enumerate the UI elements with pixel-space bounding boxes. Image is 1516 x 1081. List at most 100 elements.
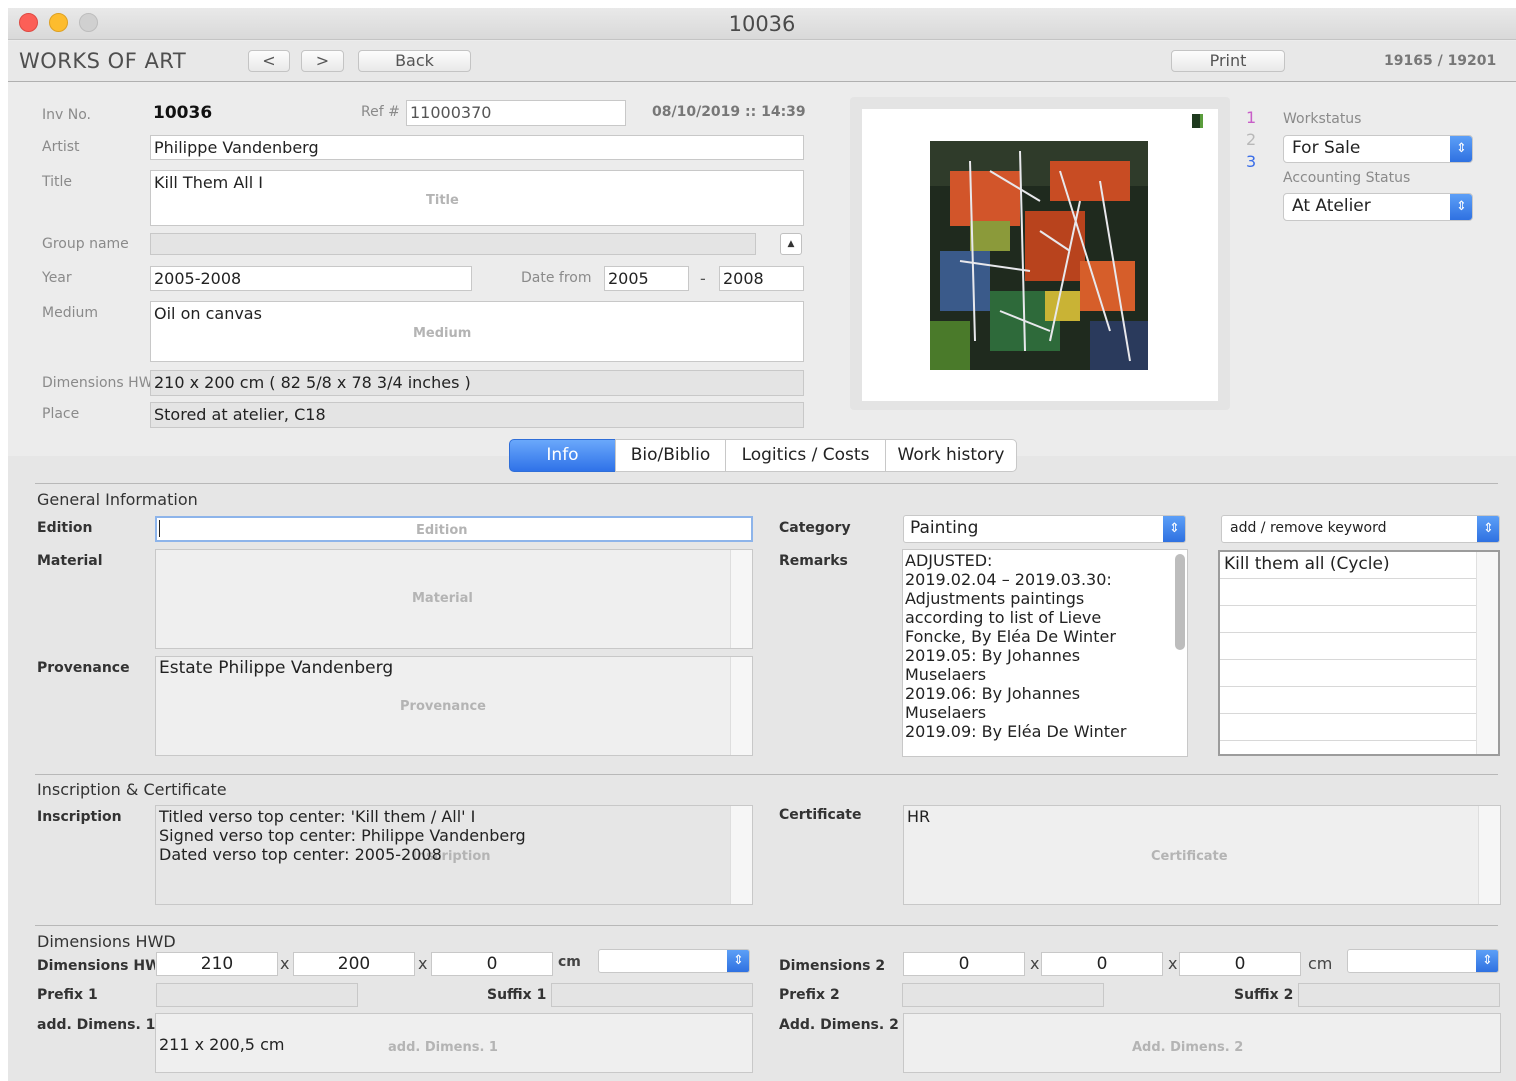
tab-work-history[interactable]: Work history <box>885 439 1017 472</box>
height-input[interactable]: 210 <box>156 952 278 976</box>
workstatus-select[interactable]: For Sale ⇕ <box>1283 135 1473 163</box>
divider <box>35 774 1498 775</box>
keyword-item[interactable] <box>1220 633 1476 660</box>
inscription-scrollbar[interactable] <box>730 806 752 904</box>
toolbar: WORKS OF ART < > Back Print 19165 / 1920… <box>8 41 1516 82</box>
image-edit-icon[interactable] <box>1192 114 1203 128</box>
tab-logistics-costs[interactable]: Logitics / Costs <box>725 439 886 472</box>
artwork-frame <box>850 97 1230 410</box>
date-to-input[interactable]: 2008 <box>719 266 804 291</box>
text-cursor <box>159 520 160 537</box>
remarks-line: Muselaers <box>905 703 987 722</box>
group-name-label: Group name <box>42 236 129 252</box>
medium-input[interactable]: Oil on canvas <box>150 301 804 362</box>
width2-input[interactable]: 0 <box>1041 952 1163 976</box>
title-placeholder: Title <box>426 193 459 208</box>
inscription-label: Inscription <box>37 809 122 825</box>
provenance-label: Provenance <box>37 660 130 676</box>
section-title: WORKS OF ART <box>19 49 187 73</box>
unit2-select[interactable]: ⇕ <box>1347 949 1499 973</box>
print-button[interactable]: Print <box>1171 50 1285 72</box>
times-sign: x <box>1030 954 1040 973</box>
title-value: Kill Them All I <box>154 173 263 192</box>
date-dash: - <box>700 269 706 288</box>
title-label: Title <box>42 174 73 190</box>
provenance-scrollbar[interactable] <box>730 657 752 755</box>
artist-input[interactable]: Philippe Vandenberg <box>150 135 804 160</box>
provenance-placeholder: Provenance <box>400 699 486 714</box>
remarks-scrollbar[interactable] <box>1175 554 1185 650</box>
category-label: Category <box>779 520 851 536</box>
suffix1-input[interactable] <box>551 983 753 1007</box>
suffix2-input[interactable] <box>1298 983 1500 1007</box>
divider <box>35 483 1498 484</box>
workstatus-value: For Sale <box>1292 138 1361 158</box>
provenance-value: Estate Philippe Vandenberg <box>159 658 394 678</box>
title-bar: 10036 <box>8 8 1516 40</box>
add-dimens-1-placeholder: add. Dimens. 1 <box>388 1040 498 1055</box>
keyword-item[interactable] <box>1220 714 1476 741</box>
keyword-item[interactable] <box>1220 660 1476 687</box>
tab-bio-biblio[interactable]: Bio/Biblio <box>615 439 726 472</box>
times-sign: x <box>280 954 290 973</box>
title-input[interactable]: Kill Them All I <box>150 170 804 226</box>
ref-input[interactable]: 11000370 <box>406 100 626 126</box>
keyword-select[interactable]: add / remove keyword ⇕ <box>1221 515 1500 543</box>
general-info-heading: General Information <box>37 490 198 509</box>
place-input[interactable]: Stored at atelier, C18 <box>150 402 804 428</box>
prefix2-label: Prefix 2 <box>779 987 840 1003</box>
timestamp: 08/10/2019 :: 14:39 <box>652 104 806 120</box>
certificate-scrollbar[interactable] <box>1478 806 1500 904</box>
prev-record-button[interactable]: < <box>248 50 290 72</box>
remarks-line: 2019.02.04 – 2019.03.30: <box>905 570 1112 589</box>
height2-input[interactable]: 0 <box>903 952 1025 976</box>
prefix1-input[interactable] <box>156 983 358 1007</box>
keyword-list[interactable]: Kill them all (Cycle) <box>1218 550 1500 756</box>
add-dimens-2-label: Add. Dimens. 2 <box>779 1017 899 1033</box>
accounting-status-select[interactable]: At Atelier ⇕ <box>1283 193 1473 221</box>
medium-label: Medium <box>42 305 98 321</box>
remarks-textarea[interactable]: ADJUSTED: 2019.02.04 – 2019.03.30: Adjus… <box>902 549 1188 757</box>
remarks-line: Muselaers <box>905 665 987 684</box>
group-name-input[interactable] <box>150 233 756 255</box>
suffix2-label: Suffix 2 <box>1234 987 1294 1003</box>
image-page-1[interactable]: 1 <box>1246 108 1256 127</box>
window-title: 10036 <box>728 12 796 36</box>
date-from-input[interactable]: 2005 <box>604 266 689 291</box>
inscription-line: Dated verso top center: 2005-2008 <box>159 845 442 864</box>
category-value: Painting <box>910 518 979 538</box>
inscription-textarea[interactable]: Titled verso top center: 'Kill them / Al… <box>155 805 753 905</box>
next-record-button[interactable]: > <box>301 50 344 72</box>
depth2-input[interactable]: 0 <box>1179 952 1301 976</box>
certificate-value: HR <box>907 807 931 826</box>
date-from-label: Date from <box>521 270 592 286</box>
dimensions-heading: Dimensions HWD <box>37 932 176 951</box>
prefix2-input[interactable] <box>902 983 1104 1007</box>
accounting-stepper-icon: ⇕ <box>1450 194 1472 220</box>
times-sign: x <box>1168 954 1178 973</box>
image-page-3[interactable]: 3 <box>1246 152 1256 171</box>
keyword-item[interactable] <box>1220 741 1476 754</box>
remarks-line: ADJUSTED: <box>905 551 993 570</box>
depth-input[interactable]: 0 <box>431 952 553 976</box>
keyword-item[interactable] <box>1220 579 1476 606</box>
keyword-scrollbar[interactable] <box>1476 552 1498 754</box>
remarks-label: Remarks <box>779 553 848 569</box>
category-select[interactable]: Painting ⇕ <box>903 515 1186 543</box>
material-scrollbar[interactable] <box>730 550 752 648</box>
back-button[interactable]: Back <box>358 50 471 72</box>
keyword-item[interactable] <box>1220 687 1476 714</box>
image-page-2[interactable]: 2 <box>1246 130 1256 149</box>
keyword-item[interactable] <box>1220 606 1476 633</box>
medium-value: Oil on canvas <box>154 304 262 323</box>
keyword-item[interactable]: Kill them all (Cycle) <box>1220 552 1476 579</box>
keyword-stepper-icon: ⇕ <box>1477 516 1499 542</box>
group-picker-icon[interactable]: ▲ <box>780 233 802 255</box>
tab-info[interactable]: Info <box>509 439 616 472</box>
width-input[interactable]: 200 <box>293 952 415 976</box>
workstatus-label: Workstatus <box>1283 111 1362 127</box>
year-input[interactable]: 2005-2008 <box>150 266 472 291</box>
certificate-label: Certificate <box>779 807 862 823</box>
unit-select[interactable]: ⇕ <box>598 949 750 973</box>
edition-placeholder: Edition <box>416 523 468 538</box>
